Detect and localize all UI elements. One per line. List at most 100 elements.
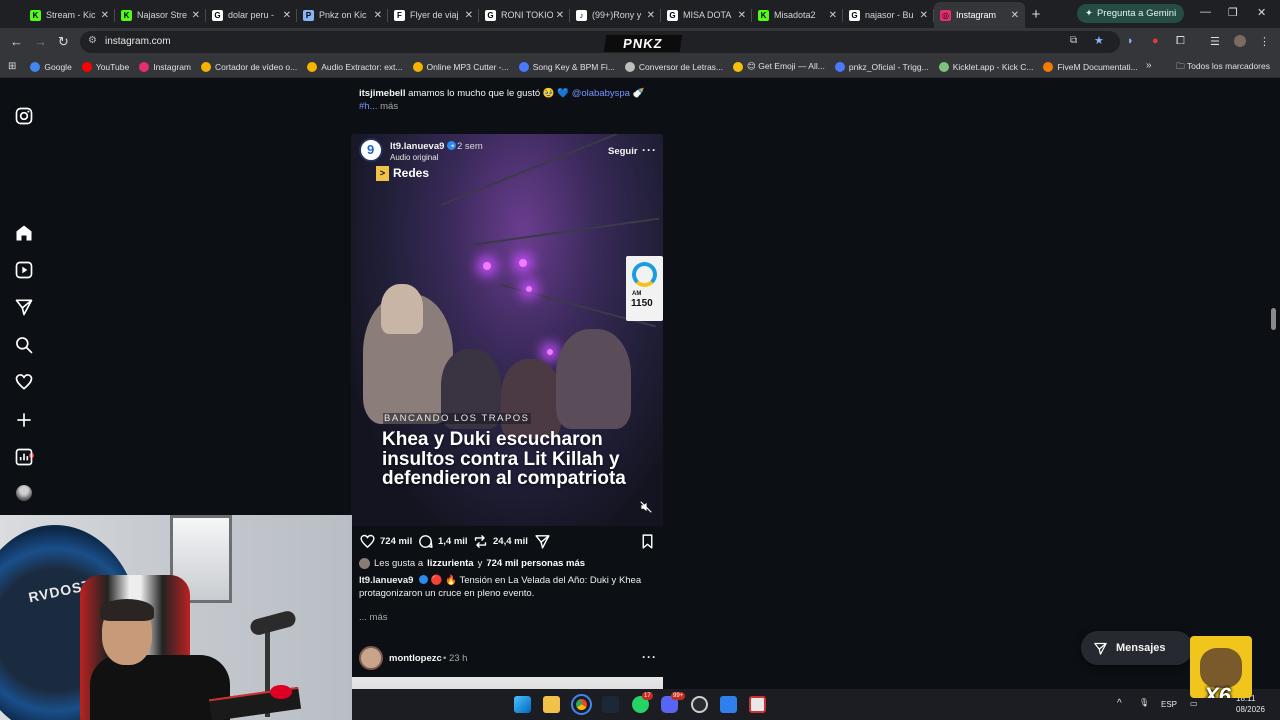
dashboard-icon[interactable]: [14, 447, 34, 467]
profile-avatar[interactable]: [16, 485, 32, 501]
share-button[interactable]: [534, 532, 551, 550]
tab-close-icon[interactable]: ✕: [465, 10, 473, 21]
reading-list-icon[interactable]: ☰: [1210, 35, 1220, 48]
close-window-icon[interactable]: ✕: [1257, 6, 1266, 19]
tab-close-icon[interactable]: ✕: [920, 10, 928, 21]
browser-tab[interactable]: K Stream - Kic ✕: [24, 2, 115, 28]
new-tab-button[interactable]: +: [1025, 6, 1047, 23]
obs-icon[interactable]: [691, 696, 708, 713]
caption-more-link[interactable]: ... más: [359, 612, 388, 623]
browser-tab[interactable]: P Pnkz on Kic ✕: [297, 2, 388, 28]
extension-icon[interactable]: ◗: [1127, 35, 1134, 47]
bookmark-item[interactable]: Google: [30, 61, 72, 72]
bookmark-item[interactable]: Audio Extractor: ext...: [307, 61, 403, 72]
next-post-options-icon[interactable]: ···: [642, 650, 657, 664]
post-options-icon[interactable]: ···: [642, 143, 657, 157]
file-explorer-icon[interactable]: [543, 696, 560, 713]
caption-mention[interactable]: @olababyspa: [572, 88, 630, 99]
maximize-icon[interactable]: ❐: [1228, 6, 1238, 19]
tab-close-icon[interactable]: ✕: [556, 10, 564, 21]
notifications-heart-icon[interactable]: [14, 372, 34, 392]
post-audio-link[interactable]: Audio original: [390, 153, 438, 162]
site-info-icon[interactable]: ⚙: [88, 35, 97, 46]
browser-tab[interactable]: G RONI TOKIO ✕: [479, 2, 570, 28]
tab-close-icon[interactable]: ✕: [1011, 10, 1019, 21]
browser-tab[interactable]: F Flyer de viaj ✕: [388, 2, 479, 28]
instagram-logo-icon[interactable]: [14, 106, 34, 126]
bookmarks-overflow-button[interactable]: »: [1146, 60, 1152, 71]
clock-date[interactable]: 08/2026: [1236, 705, 1265, 714]
messages-button[interactable]: Mensajes: [1081, 631, 1193, 665]
capture-tool-icon[interactable]: [749, 696, 766, 713]
bookmark-item[interactable]: pnkz_Oficial - Trigg...: [834, 61, 929, 72]
tab-close-icon[interactable]: ✕: [374, 10, 382, 21]
reload-icon[interactable]: ↻: [58, 34, 69, 50]
post-author-avatar[interactable]: [359, 138, 383, 162]
minimize-icon[interactable]: —: [1200, 6, 1211, 18]
next-post-username[interactable]: montlopezc: [389, 653, 442, 664]
like-button[interactable]: 724 mil: [359, 532, 412, 550]
tab-close-icon[interactable]: ✕: [829, 10, 837, 21]
steam-icon[interactable]: [602, 696, 619, 713]
microphone-tray-icon[interactable]: 🎙: [1139, 698, 1149, 707]
browser-tab[interactable]: K Najasor Stre ✕: [115, 2, 206, 28]
apps-grid-icon[interactable]: ⊞: [8, 61, 16, 72]
browser-menu-icon[interactable]: ⋮: [1259, 35, 1270, 48]
install-app-icon[interactable]: ⧉: [1070, 35, 1077, 46]
tab-close-icon[interactable]: ✕: [647, 10, 655, 21]
liked-by-username[interactable]: lizzurienta: [427, 558, 473, 569]
bookmark-item[interactable]: YouTube: [81, 61, 129, 72]
gemini-button[interactable]: ✦ Pregunta a Gemini: [1077, 4, 1185, 23]
save-button[interactable]: [639, 532, 656, 550]
browser-tab[interactable]: K Misadota2 ✕: [752, 2, 843, 28]
bookmark-item[interactable]: Conversor de Letras...: [624, 61, 723, 72]
liked-by-count[interactable]: 724 mil personas más: [486, 558, 585, 569]
omnibox[interactable]: ⚙ instagram.com ⧉ ★: [80, 31, 1120, 53]
follow-button[interactable]: Seguir: [608, 146, 638, 157]
next-post-avatar[interactable]: [359, 646, 383, 670]
language-indicator[interactable]: ESP: [1161, 700, 1177, 709]
caption-hashtag[interactable]: #h...: [359, 101, 378, 112]
extensions-puzzle-icon[interactable]: ⧠: [1176, 35, 1185, 48]
bookmark-item[interactable]: FiveM Documentati...: [1043, 61, 1138, 72]
browser-tab[interactable]: ♪ (99+)Rony y ✕: [570, 2, 661, 28]
chrome-icon[interactable]: [571, 694, 592, 715]
bookmark-item[interactable]: Kicklet.app - Kick C...: [938, 61, 1033, 72]
bookmark-item[interactable]: Cortador de vídeo o...: [201, 61, 297, 72]
browser-tab[interactable]: G MISA DOTA ✕: [661, 2, 752, 28]
repost-button[interactable]: 24,4 mil: [472, 532, 528, 550]
network-tray-icon[interactable]: ▭: [1190, 699, 1198, 708]
tab-close-icon[interactable]: ✕: [192, 10, 200, 21]
create-plus-icon[interactable]: [14, 410, 34, 430]
direct-messages-icon[interactable]: [14, 297, 34, 317]
bookmark-item[interactable]: Online MP3 Cutter -...: [412, 61, 509, 72]
comment-button[interactable]: 1,4 mil: [417, 532, 468, 550]
windows-start-icon[interactable]: [514, 696, 531, 713]
bookmark-star-icon[interactable]: ★: [1094, 34, 1104, 47]
reels-icon[interactable]: [14, 260, 34, 280]
forward-arrow-icon[interactable]: →: [34, 34, 47, 49]
browser-tab[interactable]: ◎ Instagram ✕: [934, 2, 1025, 28]
all-bookmarks-button[interactable]: 🗀 Todos los marcadores: [1176, 61, 1270, 75]
tab-close-icon[interactable]: ✕: [283, 10, 291, 21]
reel-post-media[interactable]: lt9.lanueva9 • 2 sem Audio original Segu…: [351, 134, 663, 526]
caption-more-link[interactable]: más: [380, 101, 398, 112]
caption-username[interactable]: itsjimebell: [359, 88, 405, 99]
photos-icon[interactable]: [720, 696, 737, 713]
caption-username[interactable]: lt9.lanueva9: [359, 575, 413, 586]
extension-red-icon[interactable]: ●: [1152, 35, 1159, 47]
browser-tab[interactable]: Gnajasor - Bu ✕: [843, 2, 934, 28]
search-icon[interactable]: [14, 335, 34, 355]
bookmark-item[interactable]: Instagram: [139, 61, 191, 72]
bookmark-item[interactable]: 😊 Get Emoji — All...: [733, 61, 825, 72]
browser-tab[interactable]: Gdolar peru - ✕: [206, 2, 297, 28]
back-arrow-icon[interactable]: ←: [10, 34, 23, 49]
page-scrollbar[interactable]: [1271, 308, 1276, 330]
post-author-username[interactable]: lt9.lanueva9: [390, 141, 457, 152]
home-icon[interactable]: [14, 223, 34, 243]
url-text[interactable]: instagram.com: [105, 36, 171, 47]
tray-chevron-icon[interactable]: ^: [1117, 698, 1122, 709]
tab-close-icon[interactable]: ✕: [738, 10, 746, 21]
muted-speaker-icon[interactable]: [639, 500, 653, 514]
tab-close-icon[interactable]: ✕: [101, 10, 109, 21]
